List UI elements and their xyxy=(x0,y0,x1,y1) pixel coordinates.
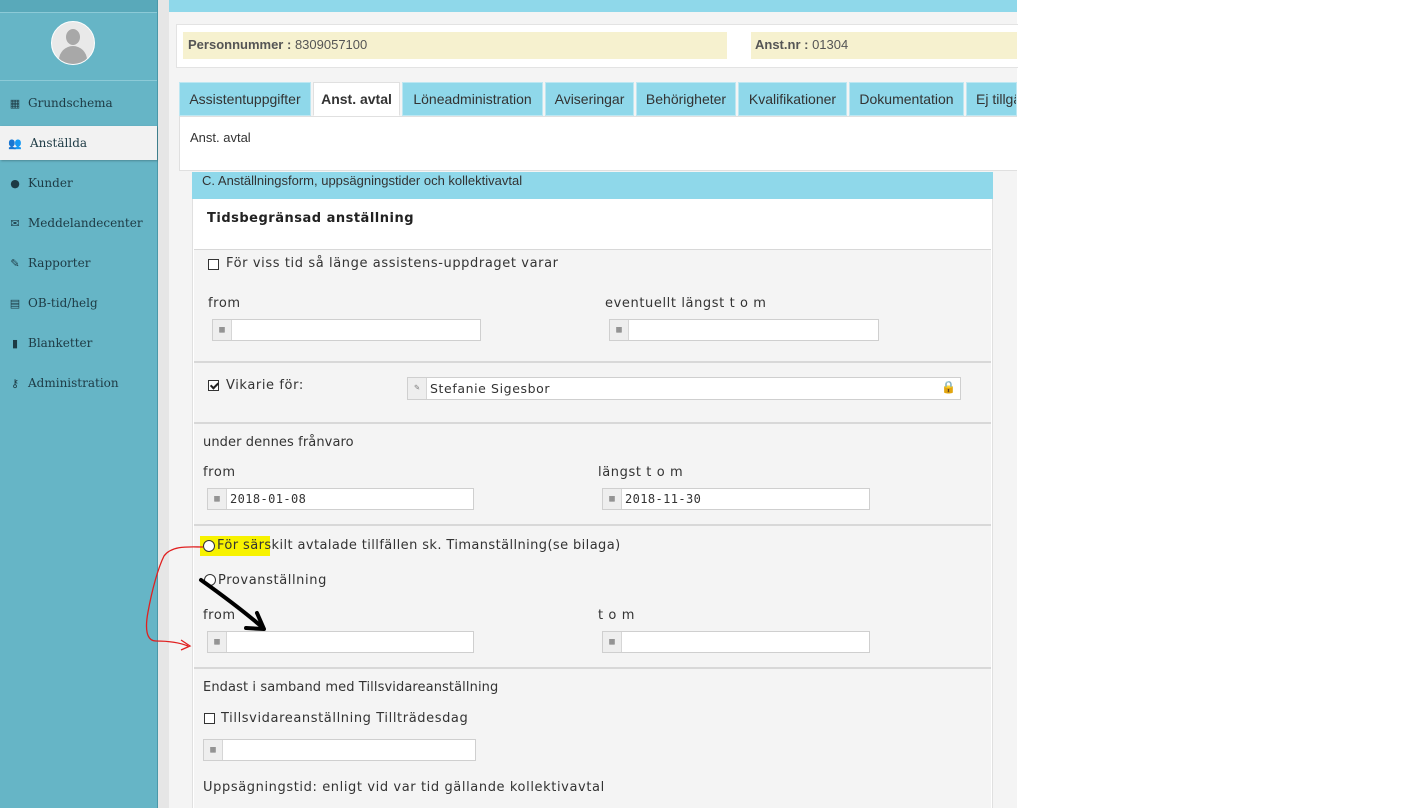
black-annotation-arrow xyxy=(199,578,264,629)
annotation-overlay xyxy=(145,546,266,651)
red-annotation-curve xyxy=(145,546,204,647)
